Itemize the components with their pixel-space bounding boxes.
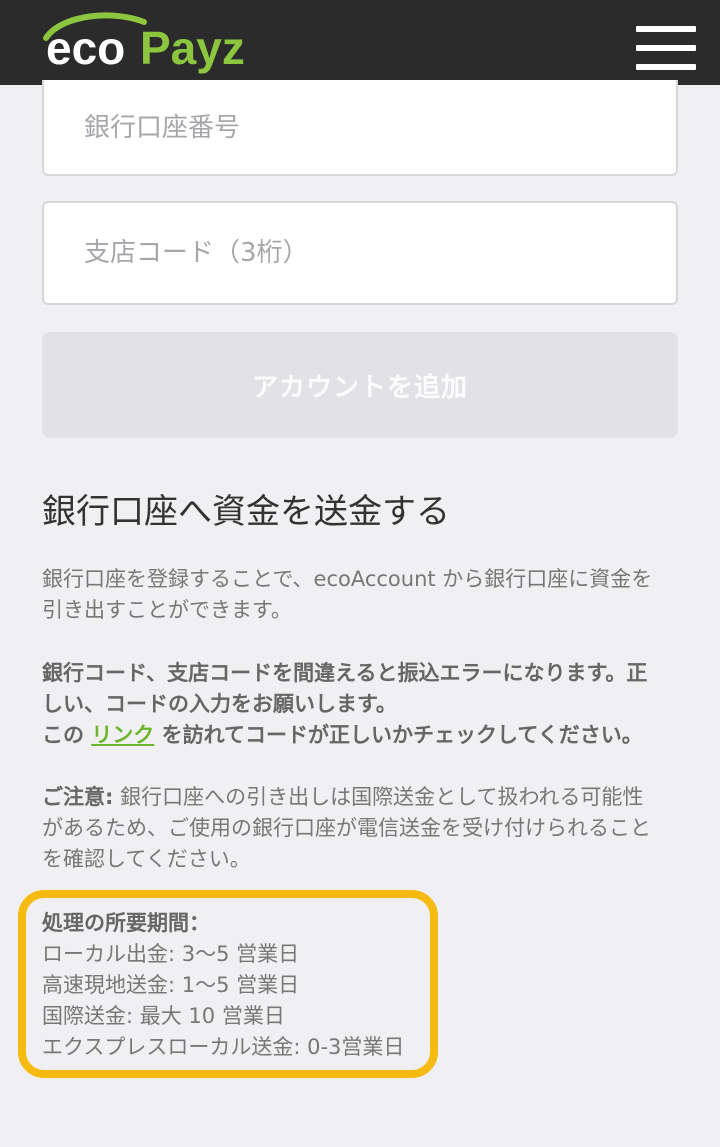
check-prefix: この [42,723,92,747]
app-header: eco Payz [0,0,720,85]
processing-time-box: 処理の所要期間： ローカル出金: 3〜5 営業日 高速現地送金: 1〜5 営業日… [18,890,438,1078]
section-title: 銀行口座へ資金を送金する [42,492,450,532]
notice-paragraph: ご注意: 銀行口座への引き出しは国際送金として扱われる可能性 があるため、ご使用… [42,782,682,875]
branch-code-input[interactable] [44,203,676,303]
hamburger-menu-icon[interactable] [634,24,698,72]
processing-time-heading: 処理の所要期間： [42,911,210,935]
processing-item-local: ローカル出金: 3〜5 営業日 [42,942,300,966]
branch-code-field [42,201,678,305]
processing-item-express: エクスプレスローカル送金: 0-3営業日 [42,1035,405,1059]
logo-payz-text: Payz [140,22,245,74]
menu-bar-middle [636,45,696,51]
notice-line-1: 銀行口座への引き出しは国際送金として扱われる可能性 [113,785,644,809]
code-check-link[interactable]: リンク [91,723,154,747]
processing-time-list: 処理の所要期間： ローカル出金: 3〜5 営業日 高速現地送金: 1〜5 営業日… [42,908,404,1063]
account-number-input[interactable] [44,80,676,174]
warning-paragraph: 銀行コード、支店コードを間違えると振込エラーになります。正 しい、コードの入力を… [42,658,682,751]
intro-paragraph: 銀行口座を登録することで、ecoAccount から銀行口座に資金を 引き出すこ… [42,564,682,626]
logo-eco-text: eco [46,22,125,74]
ecopayz-logo[interactable]: eco Payz [40,8,272,78]
notice-line-2: があるため、ご使用の銀行口座が電信送金を受け付けられること [42,816,651,840]
warning-line-1: 銀行コード、支店コードを間違えると振込エラーになります。正 [42,661,648,685]
notice-label: ご注意: [42,785,114,809]
notice-line-3: を確認してください。 [42,847,251,871]
check-suffix: を訪れてコードが正しいかチェックしてください。 [154,723,643,747]
menu-bar-bottom [636,64,696,70]
intro-line-1: 銀行口座を登録することで、ecoAccount から銀行口座に資金を [42,567,653,591]
account-number-field [42,80,678,176]
processing-item-fast-local: 高速現地送金: 1〜5 営業日 [42,973,300,997]
intro-line-2: 引き出すことができます。 [42,598,292,622]
add-account-button[interactable]: アカウントを追加 [42,332,678,438]
processing-item-international: 国際送金: 最大 10 営業日 [42,1004,285,1028]
menu-bar-top [636,26,696,32]
warning-line-2: しい、コードの入力をお願いします。 [42,692,397,716]
